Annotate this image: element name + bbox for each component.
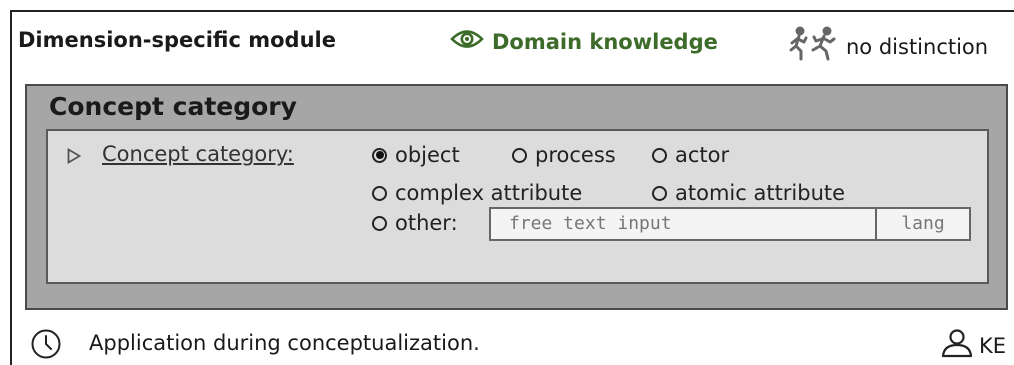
role-label: KE — [978, 333, 1006, 358]
free-text-input[interactable]: free text input — [489, 207, 877, 241]
triangle-right-icon[interactable] — [67, 147, 82, 168]
module-title: Dimension-specific module — [18, 28, 336, 52]
running-people-icon — [786, 26, 846, 67]
user-icon — [939, 328, 975, 363]
radio-button[interactable] — [372, 147, 387, 163]
field-label: Concept category: — [102, 142, 294, 166]
radio-label: actor — [675, 143, 730, 167]
radio-button[interactable] — [512, 147, 527, 163]
section-title: Concept category — [49, 92, 297, 121]
radio-process[interactable]: process — [512, 143, 616, 167]
radio-label: complex attribute — [395, 181, 583, 205]
clock-icon — [30, 328, 62, 364]
role-tag: KE — [939, 328, 1006, 363]
radio-label: other: — [395, 211, 458, 235]
footer-text: Application during conceptualization. — [89, 331, 480, 355]
radio-button[interactable] — [372, 215, 387, 231]
radio-button[interactable] — [372, 185, 387, 201]
radio-label: object — [395, 143, 460, 167]
radio-button[interactable] — [652, 185, 667, 201]
radio-actor[interactable]: actor — [652, 143, 729, 167]
distinction-label: no distinction — [846, 34, 989, 59]
lang-input[interactable]: lang — [875, 207, 971, 241]
radio-complex-attribute[interactable]: complex attribute — [372, 181, 582, 205]
radio-label: process — [535, 143, 616, 167]
radio-label: atomic attribute — [675, 181, 846, 205]
module-header: Dimension-specific module Domain knowled… — [18, 26, 1008, 61]
eye-icon — [450, 28, 484, 55]
concept-category-panel: Concept category Concept category: objec… — [25, 84, 1008, 310]
radio-button[interactable] — [652, 147, 667, 163]
domain-knowledge-tag: Domain knowledge — [450, 28, 718, 55]
radio-other[interactable]: other: — [372, 211, 458, 235]
radio-atomic-attribute[interactable]: atomic attribute — [652, 181, 845, 205]
concept-category-field: Concept category: object process actor c… — [46, 129, 989, 284]
module-footer: Application during conceptualization. KE — [30, 326, 1008, 360]
domain-knowledge-label: Domain knowledge — [492, 29, 718, 54]
radio-object[interactable]: object — [372, 143, 460, 167]
distinction-tag: no distinction — [786, 26, 988, 67]
